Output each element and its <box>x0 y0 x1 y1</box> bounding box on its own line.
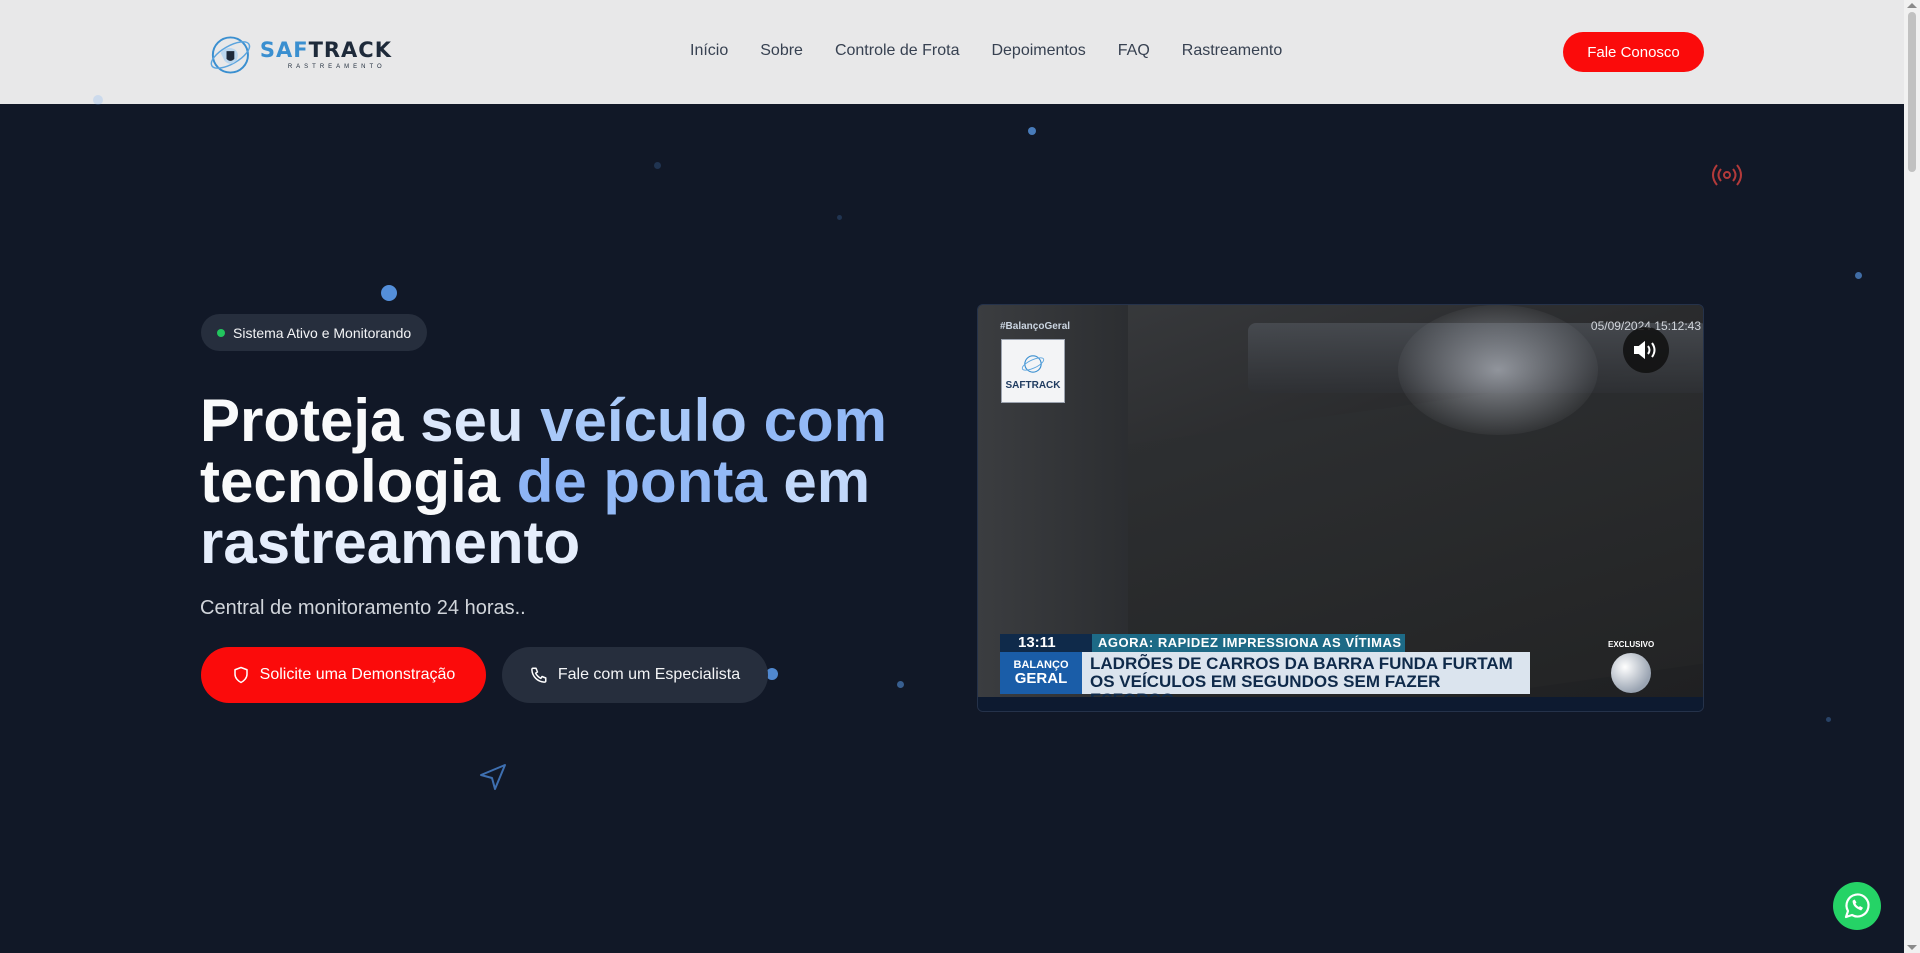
status-dot <box>217 329 225 337</box>
page-scrollbar[interactable] <box>1904 0 1920 953</box>
contact-button[interactable]: Fale Conosco <box>1563 32 1704 72</box>
video-frame: #BalançoGeral 05/09/2024 15:12:43 SAFTRA… <box>978 305 1703 711</box>
nav-link-inicio[interactable]: Início <box>690 42 728 60</box>
request-demo-label: Solicite uma Demonstração <box>259 666 456 683</box>
hero-subtitle: Central de monitoramento 24 horas.. <box>200 597 526 619</box>
globe-shield-icon <box>210 36 251 74</box>
brand-logo[interactable]: SAFTRACK RASTREAMENTO <box>207 30 392 80</box>
nav-link-rastreamento[interactable]: Rastreamento <box>1182 42 1283 60</box>
main-nav: Início Sobre Controle de Frota Depoiment… <box>690 42 1282 60</box>
scroll-thumb[interactable] <box>1908 12 1916 172</box>
exclusive-label: EXCLUSIVO <box>1608 640 1655 649</box>
decor-dot <box>837 215 842 220</box>
request-demo-button[interactable]: Solicite uma Demonstração <box>201 647 486 703</box>
video-logo-text: SAFTRACK <box>1005 379 1061 391</box>
video-highlight <box>1398 305 1598 435</box>
phone-icon <box>530 667 547 683</box>
video-progress-bar[interactable] <box>978 697 1703 711</box>
news-time: 13:11 <box>1000 634 1092 652</box>
nav-link-sobre[interactable]: Sobre <box>760 42 803 60</box>
decor-dot <box>654 162 661 169</box>
whatsapp-icon[interactable] <box>1833 882 1881 930</box>
decor-dot <box>897 681 904 688</box>
decor-dot <box>381 285 397 301</box>
nav-link-faq[interactable]: FAQ <box>1118 42 1150 60</box>
hero-title: Proteja seu veículo com tecnologia de po… <box>200 387 887 576</box>
signal-icon <box>1712 164 1742 186</box>
talk-to-expert-button[interactable]: Fale com um Especialista <box>502 647 768 703</box>
talk-to-expert-label: Fale com um Especialista <box>557 666 741 683</box>
shield-icon <box>233 666 248 684</box>
decor-dot <box>1855 272 1862 279</box>
volume-icon[interactable] <box>1623 327 1669 373</box>
nav-link-depoimentos[interactable]: Depoimentos <box>991 42 1085 60</box>
news-brand-bottom: GERAL <box>1014 670 1068 687</box>
status-badge-label: Sistema Ativo e Monitorando <box>233 324 412 341</box>
logo-tagline: RASTREAMENTO <box>287 64 386 70</box>
video-brand-logo: SAFTRACK <box>1001 339 1065 403</box>
logo-wordmark: SAFTRACK <box>259 38 392 62</box>
status-badge: Sistema Ativo e Monitorando <box>201 314 428 351</box>
news-text: LADRÕES DE CARROS DA BARRA FUNDA FURTAM … <box>1082 652 1530 709</box>
news-brand: BALANÇO GERAL <box>1000 652 1082 694</box>
site-header: SAFTRACK RASTREAMENTO Início Sobre Contr… <box>0 0 1904 104</box>
news-lower-third: 13:11 AGORA: RAPIDEZ IMPRESSIONA AS VÍTI… <box>1000 634 1530 709</box>
logo-text: SAFTRACK RASTREAMENTO <box>259 38 392 71</box>
news-video-player[interactable]: #BalançoGeral 05/09/2024 15:12:43 SAFTRA… <box>977 304 1704 712</box>
scroll-down-arrow[interactable] <box>1907 945 1917 950</box>
globe-shield-icon <box>1021 354 1045 373</box>
send-icon <box>480 764 506 790</box>
decor-dot <box>1028 127 1036 135</box>
scroll-up-arrow[interactable] <box>1907 3 1917 8</box>
decor-dot <box>1826 717 1831 722</box>
nav-link-controle-de-frota[interactable]: Controle de Frota <box>835 42 960 60</box>
video-hashtag: #BalançoGeral <box>1000 321 1071 332</box>
news-headline: AGORA: RAPIDEZ IMPRESSIONA AS VÍTIMAS <box>1092 634 1405 652</box>
network-globe-icon <box>1611 653 1651 693</box>
news-text-line-1: LADRÕES DE CARROS DA BARRA FUNDA FURTAM <box>1090 654 1513 673</box>
decor-dot <box>93 95 103 105</box>
